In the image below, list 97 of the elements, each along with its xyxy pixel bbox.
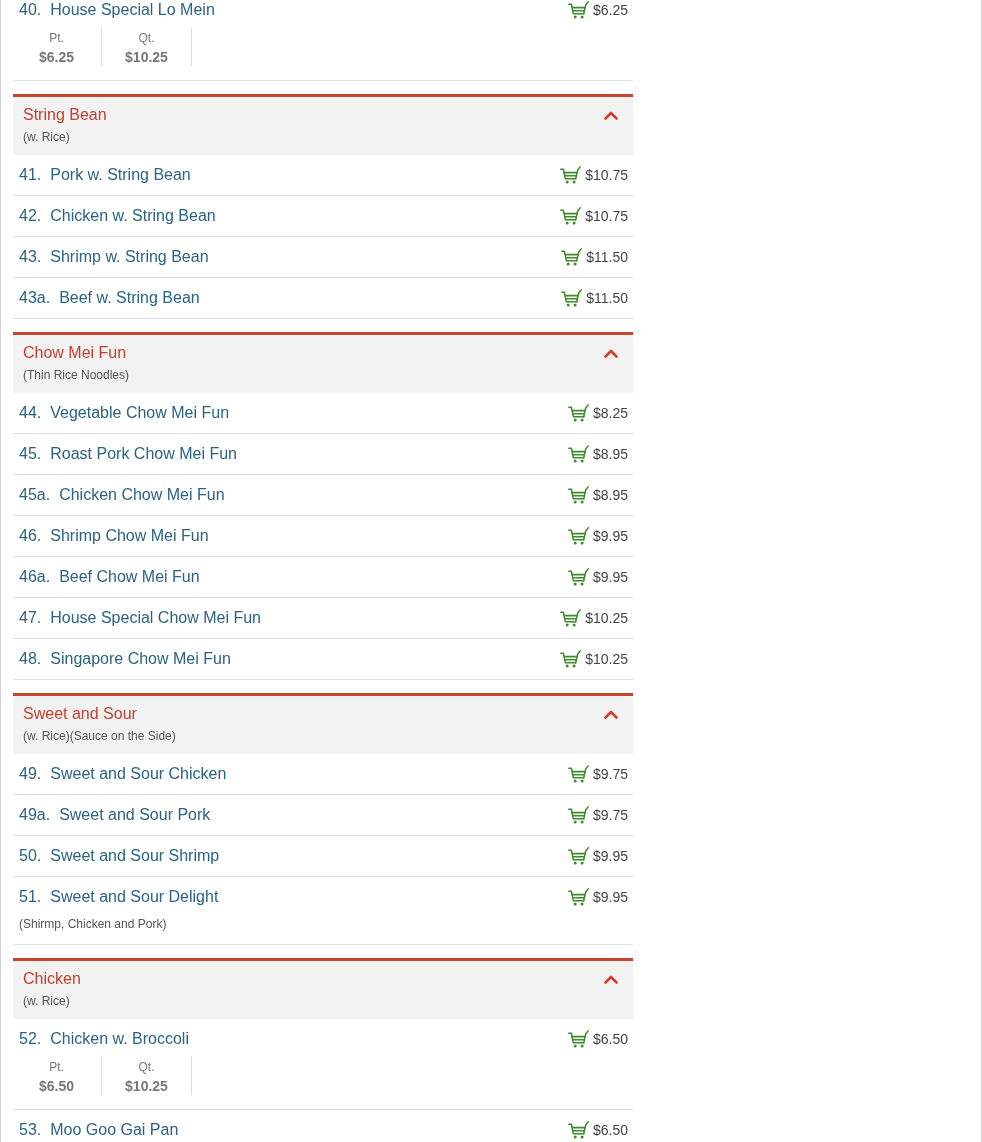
item-number: 40. (19, 1, 42, 18)
size-price: $10.25 (125, 49, 168, 66)
item-number: 49a. (19, 806, 51, 823)
section-title: Chow Mei Fun (23, 344, 128, 362)
chevron-up-icon[interactable] (604, 710, 618, 719)
section-title: Sweet and Sour (23, 705, 138, 723)
item-price: $9.95 (592, 568, 628, 586)
item-name[interactable]: Sweet and Sour Pork (59, 806, 211, 823)
item-price: $9.95 (592, 847, 628, 865)
cart-icon[interactable] (560, 207, 582, 225)
item-name[interactable]: Vegetable Chow Mei Fun (50, 404, 230, 421)
cart-icon[interactable] (567, 888, 589, 906)
section-header[interactable]: Chow Mei Fun (Thin Rice Noodles) (13, 332, 633, 393)
cart-icon[interactable] (567, 1030, 589, 1048)
item-name[interactable]: Sweet and Sour Delight (50, 888, 219, 905)
item-number: 41. (19, 166, 42, 183)
item-name[interactable]: Shrimp w. String Bean (50, 248, 209, 265)
item-price: $9.95 (592, 527, 628, 545)
cart-icon[interactable] (567, 1, 589, 19)
item-price: $10.25 (585, 650, 628, 668)
item-number: 45a. (19, 486, 51, 503)
size-label: Pt. (49, 31, 64, 45)
item-name[interactable]: House Special Lo Mein (50, 1, 215, 18)
item-price: $10.75 (585, 207, 628, 225)
item-name[interactable]: House Special Chow Mei Fun (50, 609, 261, 626)
cart-icon[interactable] (567, 445, 589, 463)
item-number: 52. (19, 1030, 42, 1047)
cart-icon[interactable] (567, 847, 589, 865)
item-price: $9.95 (592, 888, 628, 906)
item-price: $9.75 (592, 806, 628, 824)
section-title: String Bean (23, 106, 107, 124)
item-price: $9.75 (592, 765, 628, 783)
chevron-up-icon[interactable] (604, 975, 618, 984)
item-name[interactable]: Roast Pork Chow Mei Fun (50, 445, 237, 462)
section-header[interactable]: Chicken (w. Rice) (13, 958, 633, 1019)
item-price: $6.50 (592, 1030, 628, 1048)
size-label: Qt. (138, 1060, 155, 1074)
cart-icon[interactable] (560, 609, 582, 627)
item-price: $8.95 (592, 445, 628, 463)
size-price: $6.50 (38, 1078, 74, 1095)
item-number: 46a. (19, 568, 51, 585)
size-price: $6.25 (38, 49, 74, 66)
size-label: Qt. (138, 31, 155, 45)
item-number: 42. (19, 207, 42, 224)
item-name[interactable]: Chicken w. Broccoli (50, 1030, 189, 1047)
item-name[interactable]: Pork w. String Bean (50, 166, 191, 183)
item-price: $11.50 (586, 289, 628, 307)
cart-icon[interactable] (567, 527, 589, 545)
item-price: $8.95 (592, 486, 628, 504)
cart-icon[interactable] (567, 806, 589, 824)
item-price: $6.50 (592, 1121, 628, 1139)
cart-icon[interactable] (560, 650, 582, 668)
cart-icon[interactable] (567, 1121, 589, 1139)
size-label: Pt. (49, 1060, 64, 1074)
cart-icon[interactable] (561, 248, 583, 266)
item-number: 43. (19, 248, 42, 265)
section-header[interactable]: String Bean (w. Rice) (13, 94, 633, 155)
item-name[interactable]: Chicken w. String Bean (50, 207, 216, 224)
cart-icon[interactable] (567, 568, 589, 586)
item-name[interactable]: Sweet and Sour Shrimp (50, 847, 220, 864)
section-header[interactable]: Sweet and Sour (w. Rice)(Sauce on the Side) (13, 693, 633, 754)
section-subtitle: (w. Rice) (23, 130, 71, 144)
item-number: 50. (19, 847, 42, 864)
item-name[interactable]: Singapore Chow Mei Fun (50, 650, 231, 667)
item-number: 45. (19, 445, 42, 462)
chevron-up-icon[interactable] (604, 349, 618, 358)
item-name[interactable]: Sweet and Sour Chicken (50, 765, 227, 782)
cart-icon[interactable] (567, 404, 589, 422)
cart-icon[interactable] (567, 765, 589, 783)
item-number: 49. (19, 765, 42, 782)
item-name[interactable]: Chicken Chow Mei Fun (59, 486, 225, 503)
item-name[interactable]: Beef Chow Mei Fun (59, 568, 200, 585)
item-number: 53. (19, 1121, 42, 1138)
item-price: $8.25 (592, 404, 628, 422)
item-name[interactable]: Beef w. String Bean (59, 289, 200, 306)
item-price: $10.75 (585, 166, 628, 184)
item-number: 48. (19, 650, 42, 667)
item-number: 43a. (19, 289, 51, 306)
item-name[interactable]: Moo Goo Gai Pan (50, 1121, 179, 1138)
section-subtitle: (Thin Rice Noodles) (23, 368, 130, 382)
item-price: $11.50 (586, 248, 628, 266)
size-price: $10.25 (125, 1078, 168, 1095)
item-price: $6.25 (592, 1, 628, 19)
chevron-up-icon[interactable] (604, 111, 618, 120)
section-subtitle: (w. Rice) (23, 994, 71, 1008)
cart-icon[interactable] (567, 486, 589, 504)
item-number: 46. (19, 527, 42, 544)
item-price: $10.25 (585, 609, 628, 627)
item-number: 44. (19, 404, 42, 421)
item-number: 47. (19, 609, 42, 626)
item-description: (Shirmp, Chicken and Pork) (19, 917, 168, 933)
item-number: 51. (19, 888, 42, 905)
cart-icon[interactable] (561, 289, 583, 307)
section-subtitle: (w. Rice)(Sauce on the Side) (23, 729, 176, 743)
item-name[interactable]: Shrimp Chow Mei Fun (50, 527, 209, 544)
section-title: Chicken (23, 970, 81, 988)
cart-icon[interactable] (560, 166, 582, 184)
